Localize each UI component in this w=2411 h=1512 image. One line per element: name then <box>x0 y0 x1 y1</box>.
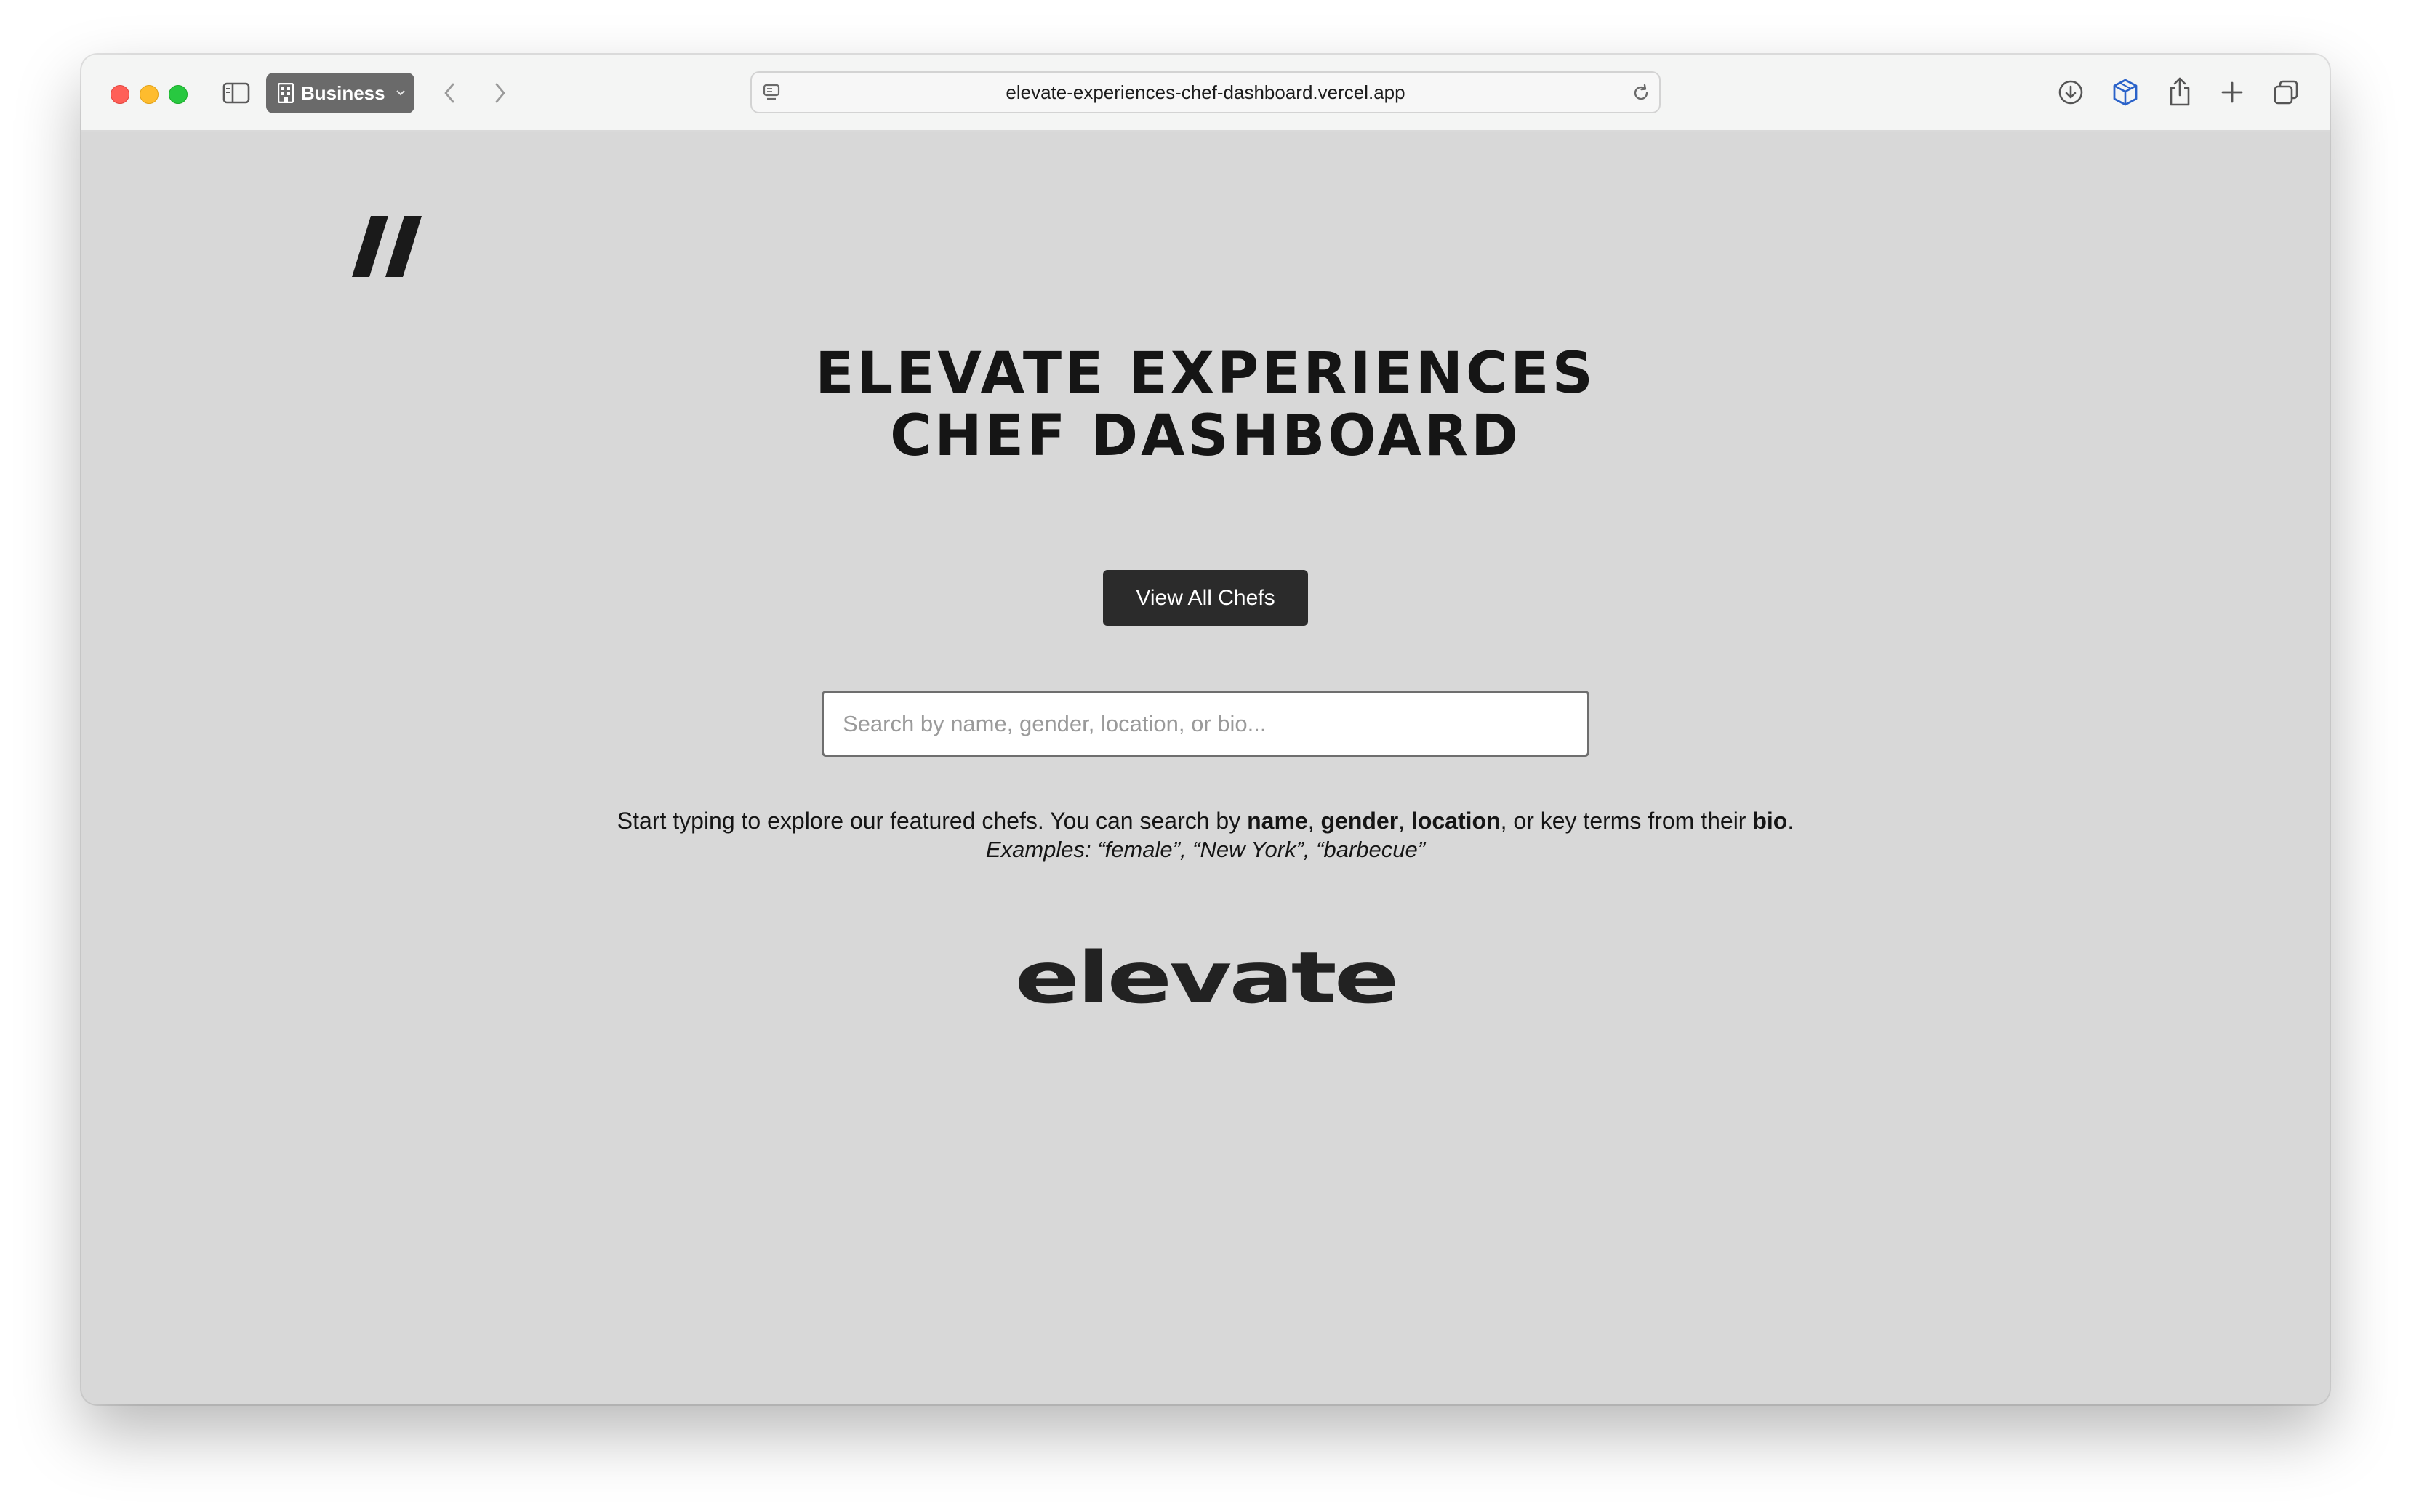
chevron-left-icon[interactable] <box>436 79 462 107</box>
browser-window: Business elevate-experiences-chef-dashbo… <box>81 55 2330 1404</box>
profile-label: Business <box>301 81 385 104</box>
cube-icon[interactable] <box>2110 76 2141 108</box>
profile-switcher-button[interactable]: Business <box>266 73 414 113</box>
help-prefix: Start typing to explore our featured che… <box>617 808 1248 834</box>
search-examples-text: Examples: “female”, “New York”, “barbecu… <box>985 837 1426 862</box>
building-icon <box>278 83 294 103</box>
download-icon[interactable] <box>2056 78 2085 107</box>
help-term-bio: bio <box>1752 808 1788 834</box>
help-sep-1: , <box>1307 808 1321 834</box>
title-line-1: ELEVATE EXPERIENCES <box>815 341 1596 406</box>
close-window-button[interactable] <box>111 85 129 104</box>
help-suffix: . <box>1787 808 1794 834</box>
double-slash-logo-icon <box>352 216 423 281</box>
help-term-gender: gender <box>1320 808 1399 834</box>
title-line-2: CHEF DASHBOARD <box>890 403 1521 469</box>
help-term-name: name <box>1247 808 1308 834</box>
help-sep-2: , <box>1398 808 1411 834</box>
sidebar-icon[interactable] <box>222 81 251 105</box>
help-term-location: location <box>1411 808 1501 834</box>
share-icon[interactable] <box>2165 75 2194 108</box>
url-text: elevate-experiences-chef-dashboard.verce… <box>1006 81 1405 103</box>
browser-toolbar: Business elevate-experiences-chef-dashbo… <box>81 55 2330 132</box>
chevron-right-icon[interactable] <box>487 79 513 107</box>
search-help-text: Start typing to explore our featured che… <box>81 805 2330 837</box>
chef-search-input[interactable] <box>822 691 1589 757</box>
minimize-window-button[interactable] <box>140 85 159 104</box>
view-all-chefs-button[interactable]: View All Chefs <box>1103 570 1308 626</box>
plus-icon[interactable] <box>2219 79 2245 105</box>
page-title: ELEVATE EXPERIENCES CHEF DASHBOARD <box>81 342 2330 467</box>
reload-icon[interactable] <box>1629 81 1653 105</box>
elevate-wordmark: elevate <box>1014 937 1400 1020</box>
tabs-overview-icon[interactable] <box>2271 78 2300 107</box>
chevron-down-icon <box>396 89 406 97</box>
page-content: ELEVATE EXPERIENCES CHEF DASHBOARD View … <box>81 132 2330 1404</box>
address-bar[interactable]: elevate-experiences-chef-dashboard.verce… <box>750 71 1661 113</box>
help-mid: , or key terms from their <box>1500 808 1753 834</box>
maximize-window-button[interactable] <box>169 85 188 104</box>
